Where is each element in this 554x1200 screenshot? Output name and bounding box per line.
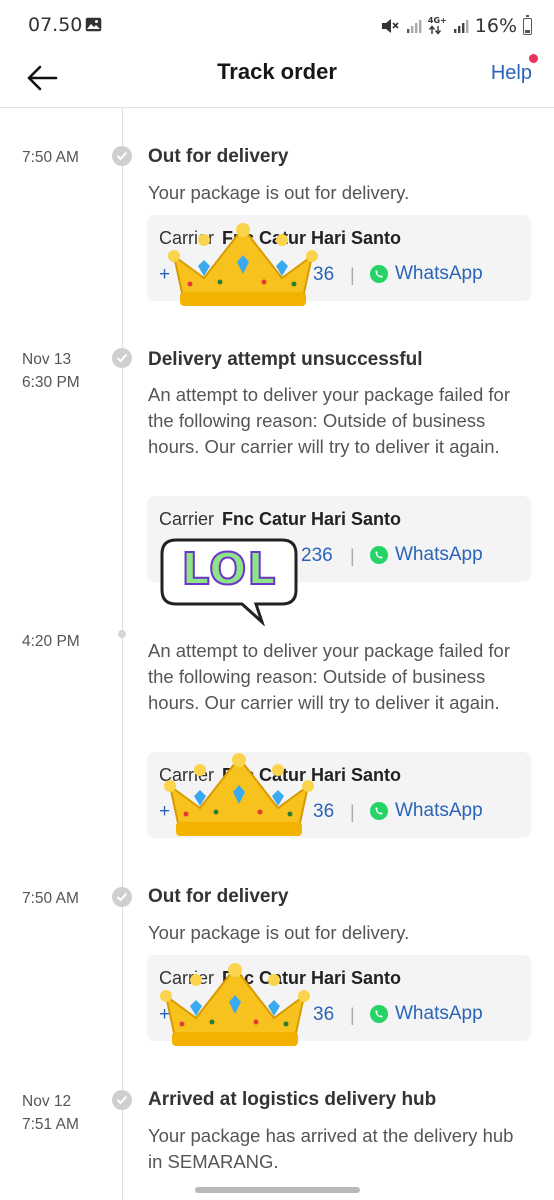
event-description: Your package has arrived at the delivery…	[148, 1125, 514, 1172]
lol-sticker: LOL	[158, 536, 300, 626]
event-title: Out for delivery	[148, 146, 289, 167]
home-indicator[interactable]	[195, 1187, 360, 1193]
gallery-icon	[85, 17, 102, 32]
event-time: 6:30 PM	[22, 374, 80, 391]
event-date: Nov 12	[22, 1093, 72, 1110]
check-circle-icon	[112, 1090, 132, 1110]
event-description: An attempt to deliver your package faile…	[148, 640, 510, 713]
separator: |	[350, 546, 355, 566]
carrier-phone-tail[interactable]: 36	[313, 801, 334, 823]
whatsapp-label: WhatsApp	[395, 800, 483, 821]
whatsapp-link[interactable]: WhatsApp	[369, 800, 483, 822]
battery-icon	[523, 14, 532, 35]
crown-sticker	[160, 963, 310, 1046]
battery-percent: 16%	[474, 15, 517, 37]
whatsapp-icon	[370, 1005, 388, 1023]
timeline-dot	[118, 630, 126, 638]
carrier-label: Carrier	[159, 509, 215, 529]
separator: |	[350, 1005, 355, 1025]
separator: |	[350, 802, 355, 822]
notification-dot	[529, 54, 538, 63]
timeline-line	[122, 108, 123, 1200]
signal-icon-1	[406, 20, 422, 33]
whatsapp-icon	[370, 265, 388, 283]
event-time: 7:51 AM	[22, 1116, 79, 1133]
event-title: Arrived at logistics delivery hub	[148, 1089, 437, 1110]
whatsapp-link[interactable]: WhatsApp	[369, 544, 483, 566]
network-type-icon: 4G+	[428, 17, 447, 35]
whatsapp-label: WhatsApp	[395, 1003, 483, 1024]
event-title: Out for delivery	[148, 886, 289, 907]
whatsapp-icon	[370, 546, 388, 564]
crown-sticker	[168, 223, 318, 306]
event-description: Your package is out for delivery.	[148, 182, 410, 203]
separator: |	[350, 265, 355, 285]
carrier-info: Carrier Fnc Catur Hari Santo	[159, 509, 401, 530]
event-title: Delivery attempt unsuccessful	[148, 349, 423, 370]
help-link[interactable]: Help	[491, 62, 532, 85]
status-icons: 4G+ 16%	[380, 14, 532, 38]
event-time: 7:50 AM	[22, 149, 79, 166]
mute-icon	[381, 19, 399, 33]
check-circle-icon	[112, 146, 132, 166]
carrier-name: Fnc Catur Hari Santo	[222, 509, 402, 529]
crown-sticker	[164, 753, 314, 836]
status-bar: 07.50 4G+ 16%	[0, 0, 554, 52]
event-description: Your package is out for delivery.	[148, 922, 410, 943]
event-time: 4:20 PM	[22, 633, 80, 650]
event-description: An attempt to deliver your package faile…	[148, 384, 510, 457]
whatsapp-label: WhatsApp	[395, 544, 483, 565]
page-title: Track order	[217, 59, 337, 84]
app-header: Track order Help	[0, 52, 554, 108]
status-time: 07.50	[28, 14, 83, 36]
lol-text: LOL	[181, 543, 277, 596]
signal-icon-2	[453, 20, 469, 33]
whatsapp-link[interactable]: WhatsApp	[369, 1003, 483, 1025]
whatsapp-label: WhatsApp	[395, 263, 483, 284]
check-circle-icon	[112, 887, 132, 907]
carrier-phone-tail[interactable]: 36	[313, 1004, 334, 1026]
whatsapp-link[interactable]: WhatsApp	[369, 263, 483, 285]
carrier-phone-tail[interactable]: 236	[301, 545, 333, 567]
whatsapp-icon	[370, 802, 388, 820]
event-time: 7:50 AM	[22, 890, 79, 907]
check-circle-icon	[112, 348, 132, 368]
event-date: Nov 13	[22, 351, 72, 368]
